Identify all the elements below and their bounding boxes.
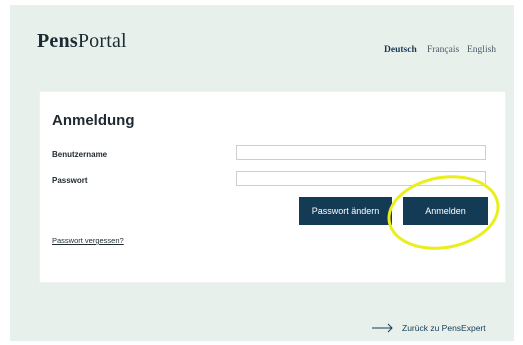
username-label: Benutzername bbox=[52, 150, 108, 159]
login-title: Anmeldung bbox=[52, 112, 135, 129]
pensportal-logo[interactable]: PensPortal bbox=[37, 30, 127, 53]
back-link-label: Zurück zu PensExpert bbox=[402, 323, 486, 333]
logo-regular-part: Portal bbox=[77, 30, 127, 52]
forgot-password-link[interactable]: Passwort vergessen? bbox=[52, 236, 124, 245]
password-label: Passwort bbox=[52, 176, 88, 185]
back-to-pensexpert-link[interactable]: Zurück zu PensExpert bbox=[372, 323, 486, 333]
language-english[interactable]: English bbox=[467, 45, 496, 55]
logo-bold-part: Pens bbox=[37, 30, 78, 52]
username-input[interactable] bbox=[236, 145, 486, 160]
language-deutsch[interactable]: Deutsch bbox=[384, 45, 417, 55]
language-francais[interactable]: Français bbox=[427, 45, 459, 55]
change-password-button[interactable]: Passwort ändern bbox=[299, 197, 392, 225]
arrow-right-icon bbox=[372, 323, 393, 333]
